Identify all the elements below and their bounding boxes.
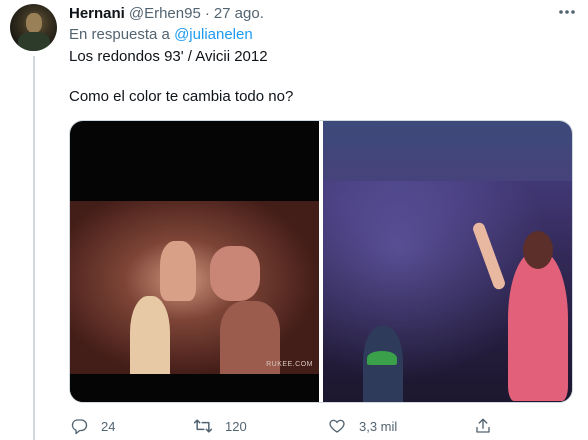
like-button[interactable]: 3,3 mil xyxy=(327,415,397,437)
tweet-date[interactable]: 27 ago. xyxy=(214,5,264,22)
reply-count: 24 xyxy=(101,418,116,434)
avatar-face xyxy=(26,13,42,33)
tweet-header: Hernani @Erhen95 · 27 ago. xyxy=(69,4,264,22)
photo-watermark: RUKEE.COM xyxy=(266,361,314,368)
reply-context: En respuesta a @julianelen xyxy=(69,26,253,43)
crowd-image xyxy=(323,181,572,402)
crowd-image xyxy=(70,201,320,376)
more-options-button[interactable] xyxy=(556,4,578,20)
concert-photo-warm[interactable]: RUKEE.COM xyxy=(70,121,320,402)
share-button[interactable] xyxy=(473,415,493,437)
media-grid: RUKEE.COM xyxy=(69,120,573,403)
separator-dot: · xyxy=(204,4,210,22)
share-icon xyxy=(473,416,493,436)
concert-photo-cool[interactable] xyxy=(323,121,572,402)
reply-icon xyxy=(69,416,89,436)
avatar[interactable] xyxy=(10,4,57,51)
avatar-body xyxy=(18,32,50,51)
display-name[interactable]: Hernani xyxy=(69,5,125,22)
tweet[interactable]: Hernani @Erhen95 · 27 ago. En respuesta … xyxy=(0,0,588,440)
tweet-text: Los redondos 93' / Avicii 2012 Como el c… xyxy=(69,47,569,107)
user-handle[interactable]: @Erhen95 xyxy=(129,5,201,22)
heart-icon xyxy=(327,416,347,436)
tweet-actions: 24 120 3,3 mil xyxy=(69,415,509,437)
retweet-count: 120 xyxy=(225,418,247,434)
reply-mention-link[interactable]: @julianelen xyxy=(174,26,253,43)
reply-button[interactable]: 24 xyxy=(69,415,115,437)
tweet-text-line: Como el color te cambia todo no? xyxy=(69,88,294,105)
retweet-icon xyxy=(193,416,213,436)
reply-prefix: En respuesta a xyxy=(69,26,170,43)
more-icon xyxy=(557,2,577,22)
retweet-button[interactable]: 120 xyxy=(193,415,247,437)
thread-line xyxy=(33,56,35,440)
tweet-text-line: Los redondos 93' / Avicii 2012 xyxy=(69,48,268,65)
like-count: 3,3 mil xyxy=(359,418,398,434)
